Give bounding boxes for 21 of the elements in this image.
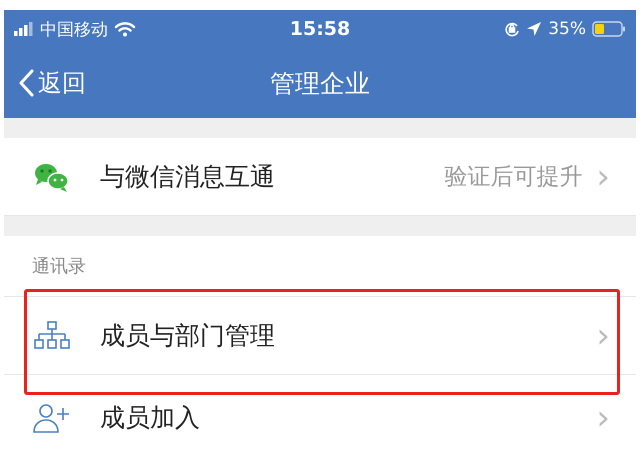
battery-icon [592,21,626,37]
page-title: 管理企业 [270,68,370,98]
row-label: 与微信消息互通 [100,161,276,193]
back-button[interactable]: 返回 [4,66,92,100]
location-arrow-icon [526,21,542,37]
row-label: 成员加入 [100,402,201,434]
wifi-icon [114,21,136,37]
chevron-icon: › [596,160,610,194]
status-time: 15:58 [290,18,350,40]
rotation-lock-icon [504,21,520,37]
back-chevron-icon [18,69,34,97]
chevron-icon: › [596,400,610,434]
row-label: 成员与部门管理 [100,320,276,352]
battery-percent: 35% [548,19,586,39]
chevron-icon: › [596,318,610,352]
org-chart-icon [32,320,72,352]
carrier-name: 中国移动 [40,18,108,40]
row-detail: 验证后可提升 [444,163,582,192]
signal-icon [14,22,34,36]
section-header: 通讯录 [32,255,86,278]
add-user-icon [32,402,72,434]
